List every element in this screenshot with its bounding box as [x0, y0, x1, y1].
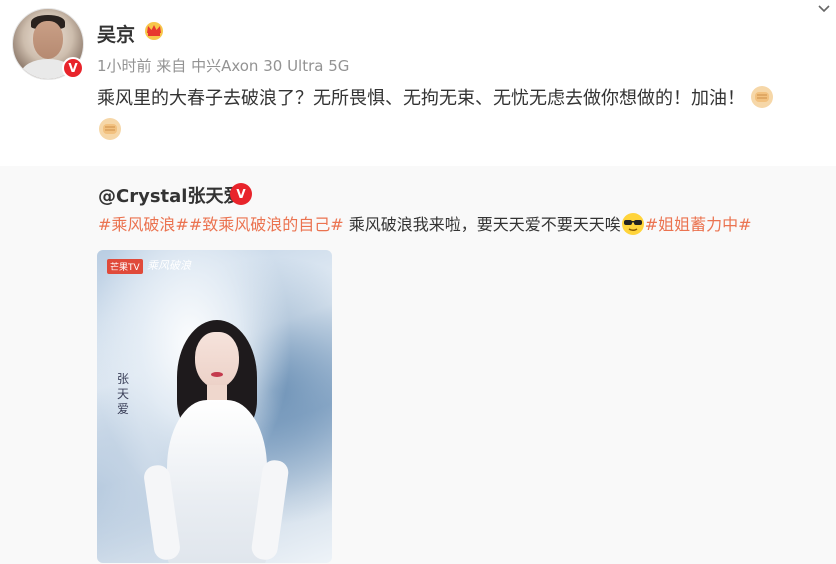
figure-lips: [211, 372, 223, 377]
fist-emoji: [751, 86, 773, 108]
hashtag-link[interactable]: #致乘风破浪的自己#: [189, 215, 344, 234]
crown-icon: [145, 22, 163, 40]
post-meta: 1小时前 来自 中兴Axon 30 Ultra 5G: [97, 57, 350, 75]
repost-username[interactable]: @Crystal张天爱: [98, 182, 241, 208]
show-brand-logo: 乘风破浪: [147, 259, 191, 272]
cool-emoji: [621, 213, 644, 235]
post-content: 乘风里的大春子去破浪了？无所畏惧、无拘无束、无忧无虑去做你想做的！加油！: [97, 83, 827, 147]
post-text: 乘风里的大春子去破浪了？无所畏惧、无拘无束、无忧无虑去做你想做的！加油！: [97, 88, 745, 109]
mango-tv-logo: 芒果TV: [107, 259, 143, 274]
poster-image[interactable]: 芒果TV 乘风破浪 张天爱: [97, 250, 332, 563]
post-username[interactable]: 吴京: [97, 20, 135, 47]
hashtag-link[interactable]: #乘风破浪#: [98, 215, 189, 234]
avatar-face: [33, 21, 63, 59]
verified-badge-icon: V: [230, 183, 252, 205]
chevron-down-icon[interactable]: [817, 4, 831, 14]
hashtag-link[interactable]: #姐姐蓄力中#: [645, 215, 752, 234]
verified-badge-icon: V: [62, 57, 84, 79]
fist-emoji: [99, 118, 121, 140]
repost-text: #乘风破浪##致乘风破浪的自己# 乘风破浪我来啦，要天天爱不要天天唉 #姐姐蓄力…: [98, 212, 752, 238]
figure-face: [195, 332, 239, 388]
repost-body: 乘风破浪我来啦，要天天爱不要天天唉: [343, 215, 621, 234]
weibo-post: V 吴京 1小时前 来自 中兴Axon 30 Ultra 5G 乘风里的大春子去…: [0, 0, 836, 166]
signature: 张天爱: [117, 372, 130, 416]
